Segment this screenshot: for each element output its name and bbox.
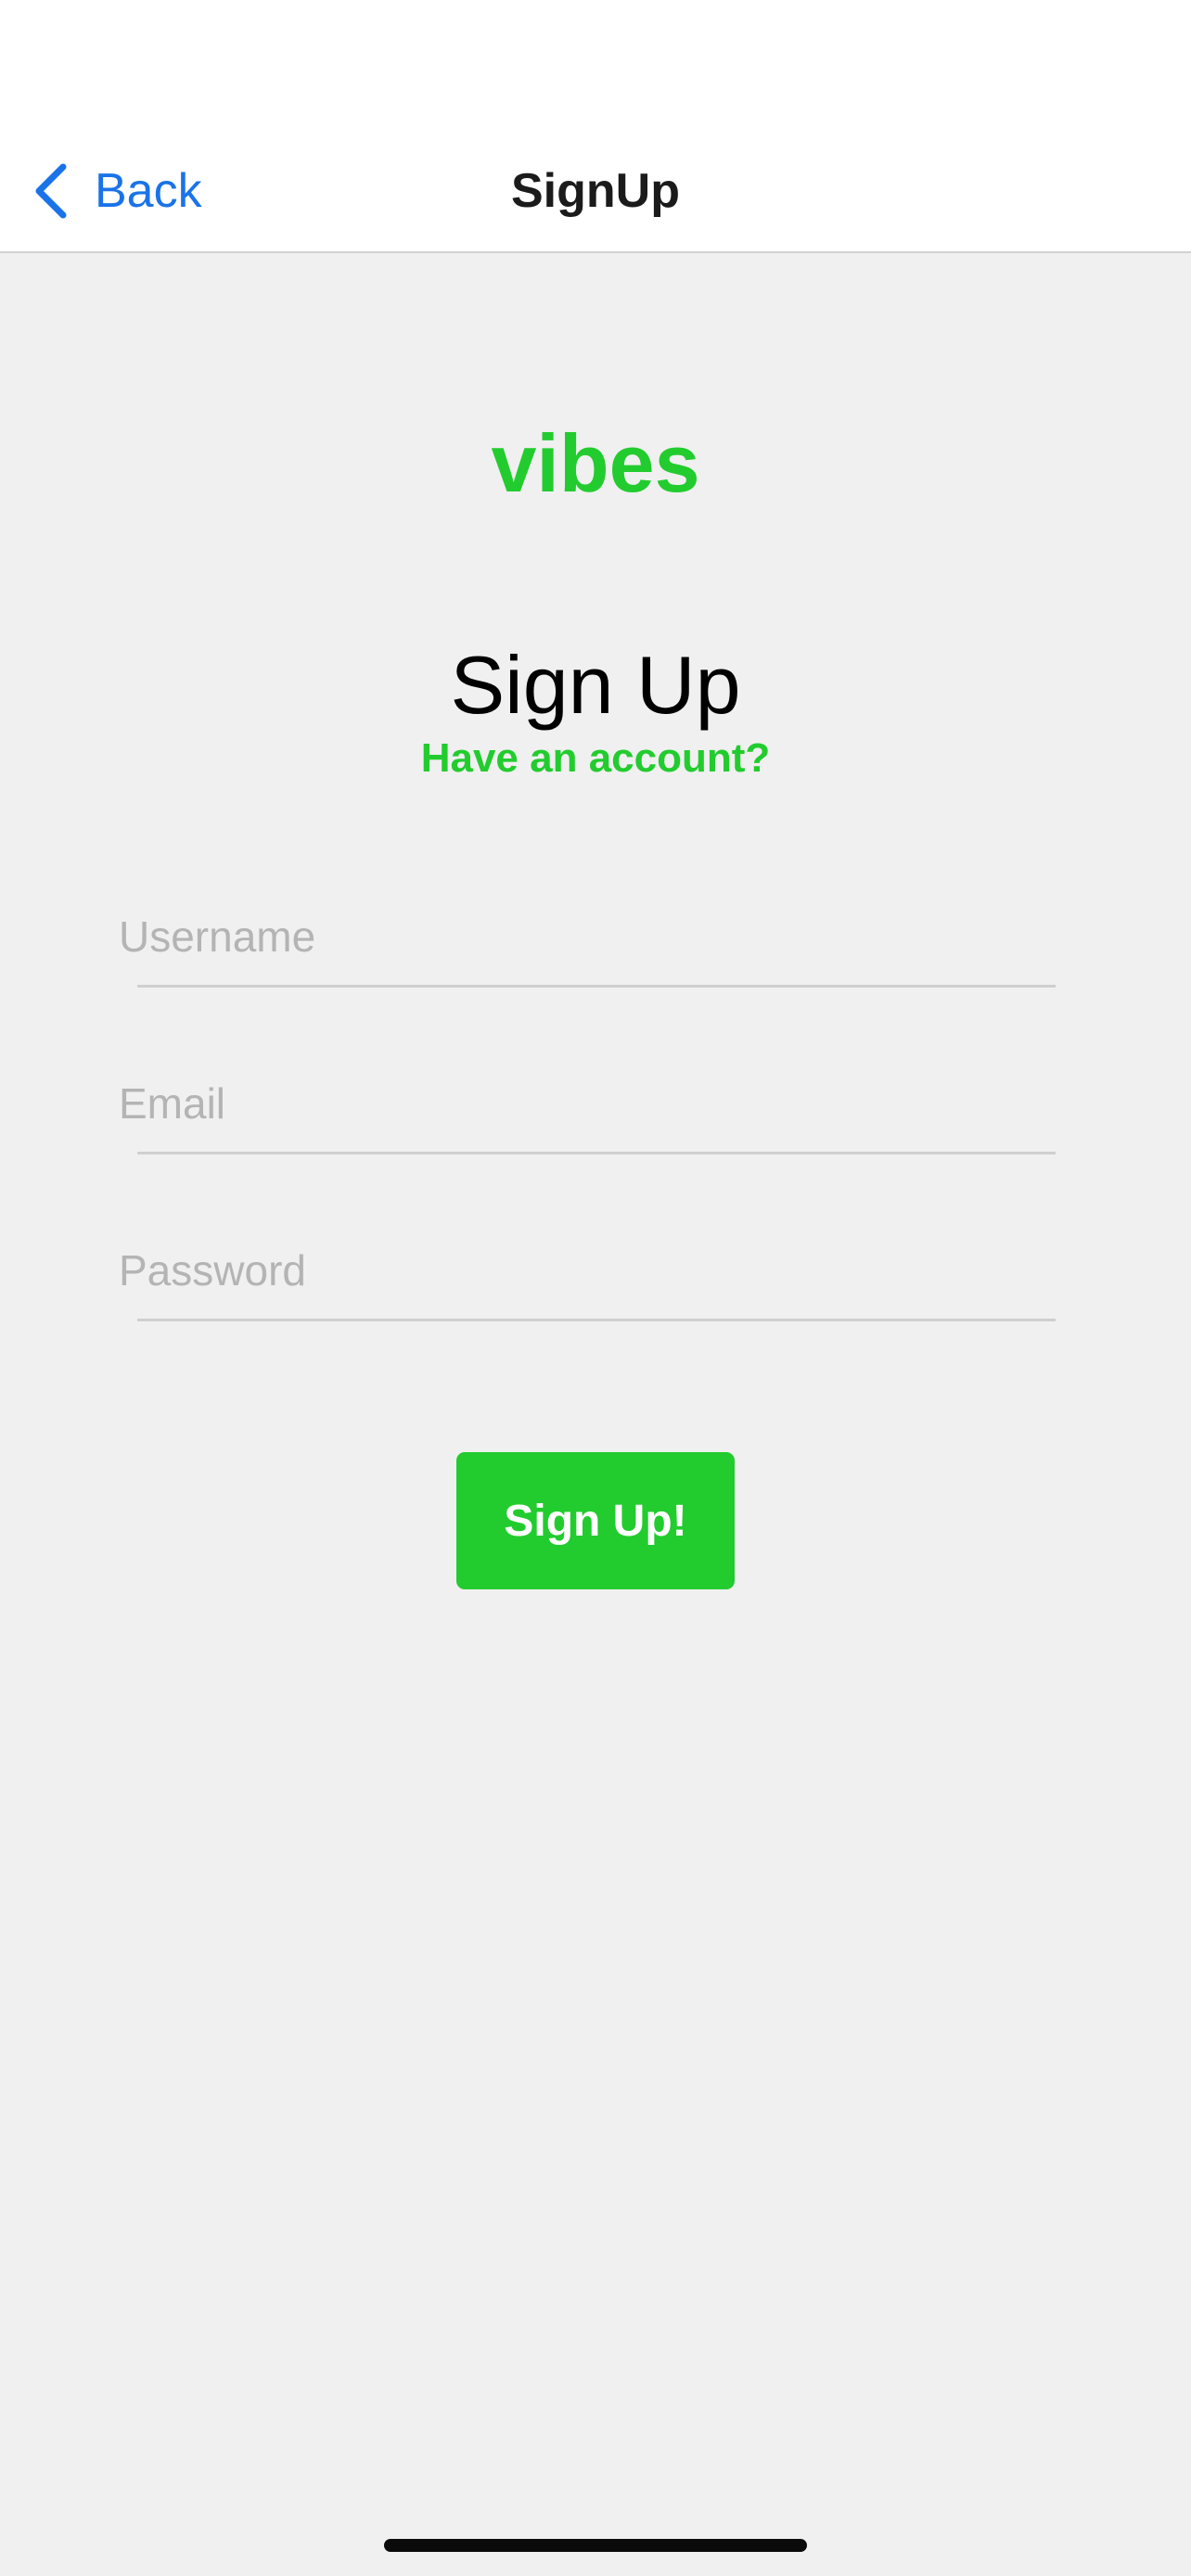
sign-up-button[interactable]: Sign Up! <box>456 1452 735 1589</box>
password-input[interactable] <box>119 1233 1056 1307</box>
email-input[interactable] <box>119 1066 1056 1141</box>
home-indicator <box>384 2539 807 2552</box>
password-underline <box>137 1319 1056 1321</box>
app-logo: vibes <box>491 417 700 509</box>
chevron-left-icon <box>32 162 70 220</box>
email-underline <box>137 1152 1056 1154</box>
username-field <box>119 899 1056 992</box>
page-heading: Sign Up <box>450 639 741 731</box>
username-underline <box>137 985 1056 988</box>
password-field <box>119 1233 1056 1326</box>
back-label: Back <box>95 164 202 218</box>
navigation-bar: Back SignUp <box>0 130 1191 253</box>
have-account-link[interactable]: Have an account? <box>0 733 1191 784</box>
back-button[interactable]: Back <box>32 158 202 224</box>
email-field <box>119 1066 1056 1159</box>
username-input[interactable] <box>119 899 1056 974</box>
status-bar-area <box>0 0 1191 130</box>
